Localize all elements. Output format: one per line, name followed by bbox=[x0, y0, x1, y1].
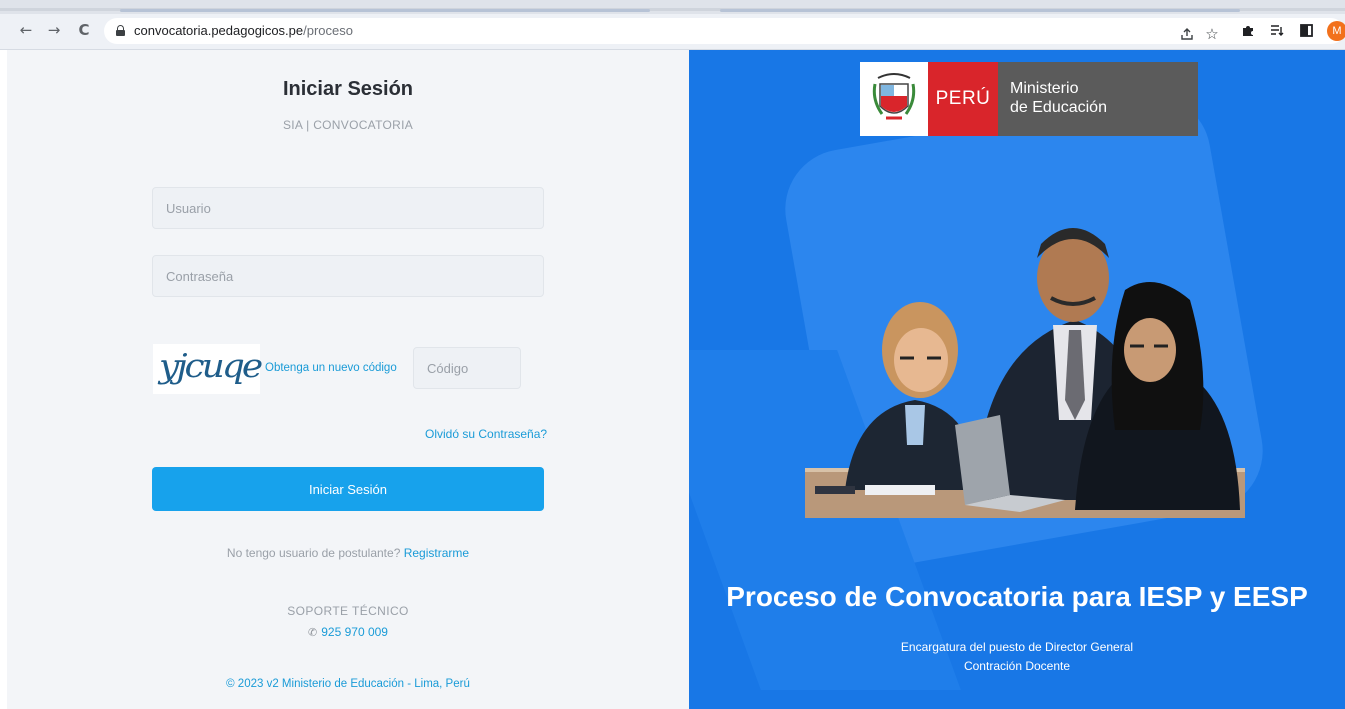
captcha-image: yjcuqe bbox=[153, 344, 263, 394]
profile-avatar[interactable]: M bbox=[1327, 21, 1345, 41]
captcha-code-input[interactable] bbox=[413, 347, 521, 389]
share-icon[interactable] bbox=[1176, 22, 1198, 46]
browser-tab[interactable] bbox=[720, 9, 1240, 12]
browser-toolbar: ← → C convocatoria.pedagogicos.pe/proces… bbox=[0, 14, 1345, 50]
support-phone: ✆ 925 970 009 bbox=[7, 625, 689, 639]
support-title: SOPORTE TÉCNICO bbox=[287, 604, 409, 618]
browser-tab[interactable] bbox=[120, 9, 650, 12]
captcha-text: yjcuqe bbox=[159, 348, 263, 385]
forward-icon[interactable]: → bbox=[42, 18, 66, 42]
logo-country: PERÚ bbox=[928, 62, 998, 136]
hero-subtitle-2: Contración Docente bbox=[963, 659, 1071, 673]
coat-of-arms bbox=[860, 62, 928, 136]
url-text[interactable]: convocatoria.pedagogicos.pe/proceso bbox=[134, 23, 353, 38]
reading-list-icon[interactable] bbox=[1266, 18, 1288, 42]
side-panel-icon[interactable] bbox=[1295, 18, 1317, 42]
back-icon[interactable]: ← bbox=[14, 18, 38, 42]
hero-title: Proceso de Convocatoria para IESP y EESP bbox=[726, 581, 1308, 612]
login-panel: Iniciar Sesión SIA | CONVOCATORIA yjcuqe… bbox=[7, 50, 689, 709]
password-input[interactable] bbox=[152, 255, 544, 297]
register-prompt: No tengo usuario de postulante? bbox=[226, 546, 401, 560]
logo-ministry: Ministerio de Educación bbox=[998, 62, 1198, 136]
extensions-icon[interactable] bbox=[1237, 18, 1259, 42]
hero-photo bbox=[805, 228, 1245, 518]
login-subtitle: SIA | CONVOCATORIA bbox=[282, 118, 414, 132]
hero-subtitle-1: Encargatura del puesto de Director Gener… bbox=[900, 640, 1134, 654]
copyright: © 2023 v2 Ministerio de Educación - Lima… bbox=[226, 678, 470, 690]
login-submit-button[interactable]: Iniciar Sesión bbox=[152, 467, 544, 511]
username-input[interactable] bbox=[152, 187, 544, 229]
phone-icon: ✆ bbox=[308, 626, 318, 639]
address-bar[interactable]: convocatoria.pedagogicos.pe/proceso ☆ bbox=[104, 18, 1344, 44]
minedu-logo: PERÚ Ministerio de Educación bbox=[860, 62, 1198, 136]
star-icon[interactable]: ☆ bbox=[1201, 22, 1223, 46]
login-title: Iniciar Sesión bbox=[282, 78, 414, 100]
lock-icon[interactable] bbox=[116, 25, 125, 36]
reload-icon[interactable]: C bbox=[72, 18, 96, 42]
hero-panel: PERÚ Ministerio de Educación Proceso de … bbox=[689, 50, 1345, 709]
browser-chrome: ← → C convocatoria.pedagogicos.pe/proces… bbox=[0, 0, 1345, 50]
forgot-password-link[interactable]: Olvidó su Contraseña? bbox=[425, 427, 547, 441]
register-link[interactable]: Registrarme bbox=[404, 546, 469, 560]
support-phone-number: 925 970 009 bbox=[321, 625, 388, 639]
register-line: No tengo usuario de postulante? Registra… bbox=[7, 546, 689, 560]
captcha-refresh-link[interactable]: Obtenga un nuevo código bbox=[265, 362, 397, 374]
